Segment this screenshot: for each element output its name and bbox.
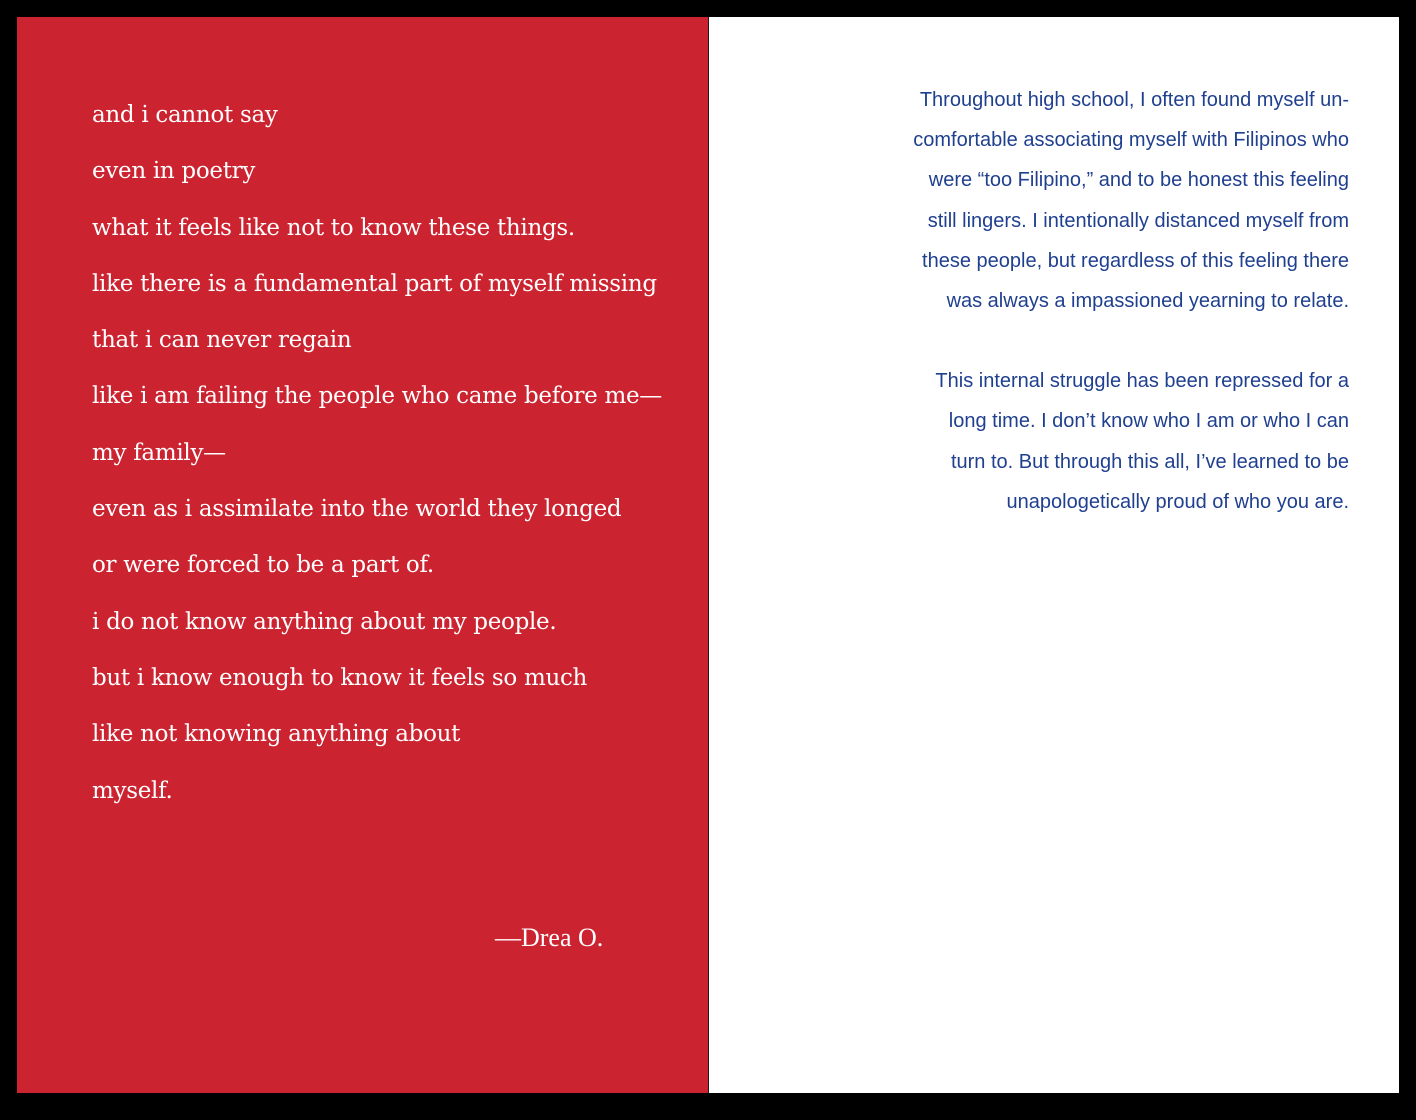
poem-line: like not knowing anything about	[92, 721, 461, 748]
poem-line: and i cannot say	[92, 102, 278, 128]
prose-line: comfortable associating myself with Fili…	[913, 129, 1349, 152]
prose-paragraph-1: Throughout high school, I often found my…	[809, 80, 1349, 321]
prose-line: still lingers. I intentionally distanced…	[927, 209, 1349, 232]
poem-line: that i can never regain	[92, 327, 352, 354]
prose-line: unapologetically proud of who you are.	[1006, 490, 1349, 513]
poem: and i cannot say even in poetry what it …	[92, 87, 692, 819]
poem-line: myself.	[92, 777, 173, 804]
right-page: Throughout high school, I often found my…	[709, 17, 1399, 1093]
poem-line: or were forced to be a part of.	[92, 552, 434, 579]
prose-line: Throughout high school, I often found my…	[919, 89, 1349, 111]
poem-signature: —Drea O.	[495, 923, 604, 952]
poem-line: like there is a fundamental part of myse…	[92, 270, 657, 297]
prose-paragraph-2: This internal struggle has been represse…	[809, 361, 1349, 522]
left-page: and i cannot say even in poetry what it …	[17, 17, 708, 1093]
prose-line: This internal struggle has been represse…	[935, 370, 1349, 393]
poem-line: like i am failing the people who came be…	[92, 383, 662, 410]
prose-line: long time. I don’t know who I am or who …	[948, 410, 1349, 433]
poem-line: my family—	[92, 439, 226, 466]
prose-line: were “too Filipino,” and to be honest th…	[928, 169, 1349, 192]
prose-line: turn to. But through this all, I’ve lear…	[950, 450, 1349, 473]
poem-line: what it feels like not to know these thi…	[92, 214, 575, 241]
prose-block: Throughout high school, I often found my…	[809, 80, 1349, 562]
poem-line: even as i assimilate into the world they…	[92, 496, 622, 523]
poem-line: but i know enough to know it feels so mu…	[92, 664, 588, 691]
poem-line: even in poetry	[92, 158, 256, 185]
prose-line: was always a impassioned yearning to rel…	[946, 290, 1349, 313]
prose-line: these people, but regardless of this fee…	[922, 249, 1349, 272]
poem-line: i do not know anything about my people.	[92, 608, 557, 635]
book-spread: and i cannot say even in poetry what it …	[17, 17, 1399, 1093]
